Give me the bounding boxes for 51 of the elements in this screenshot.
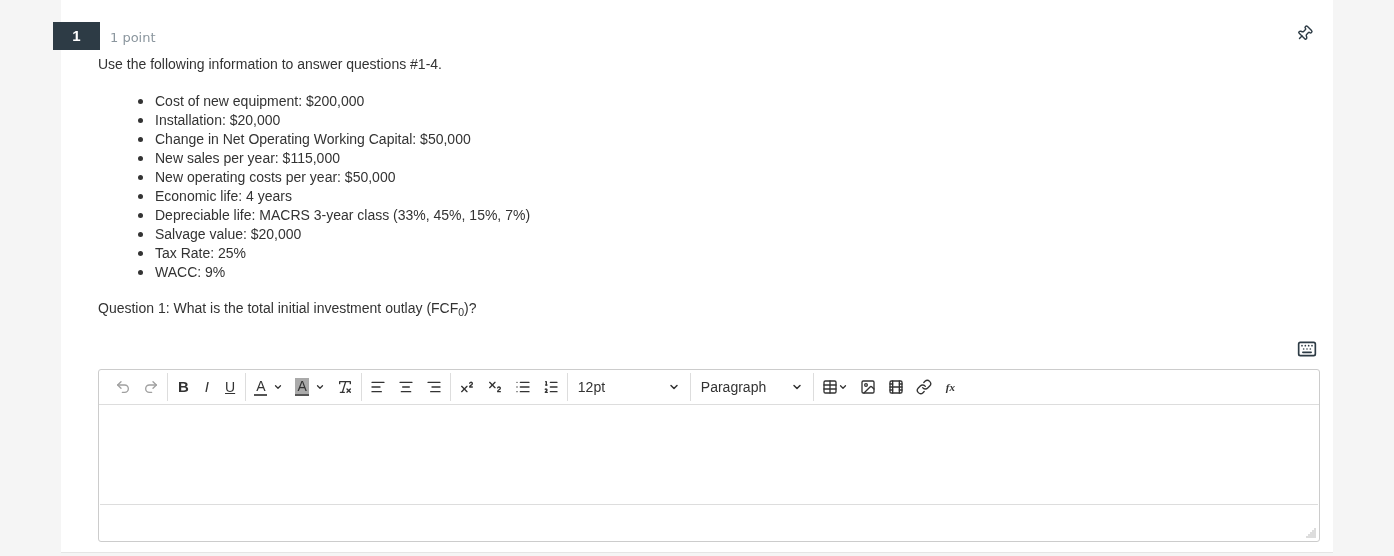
bullet-icon [138,270,143,275]
fact-text: Salvage value: $20,000 [155,225,302,244]
question-number: 1 [53,22,100,50]
bold-button[interactable]: B [170,373,197,401]
image-icon [859,379,876,395]
keyboard-icon[interactable] [1297,339,1317,359]
undo-icon [115,379,131,395]
numbered-list-icon [542,379,559,395]
bullet-icon [138,194,143,199]
bullet-icon [138,232,143,237]
link-icon [915,379,932,395]
bullet-list-icon [514,379,531,395]
highlight-color-button[interactable]: A [289,373,331,401]
caret-icon [837,382,848,392]
intro-text: Use the following information to answer questions #1-4. [98,55,443,74]
italic-button[interactable]: I [196,373,217,401]
bullet-icon [138,99,143,104]
subscript-icon [486,379,503,395]
align-left-icon [369,379,386,395]
fact-text: Economic life: 4 years [155,187,292,206]
bullet-icon [138,156,143,161]
underline-button[interactable]: U [217,373,244,401]
fact-text: Tax Rate: 25% [155,244,247,263]
fact-text: Change in Net Operating Working Capital: $50,000 [155,130,471,149]
caret-icon [314,382,325,392]
table-icon [821,379,838,395]
dropdown[interactable]: Paragraph [692,373,811,401]
film-icon [887,379,904,395]
caret-icon [273,382,284,392]
question-text: Question 1: What is the total initial investment outlay (FCF$_{0}$)? [98,299,478,319]
fact-text: Depreciable life: MACRS 3-year class (33%, 45%, 15%, 7%) [155,206,531,225]
resize-handle-icon[interactable] [1306,528,1316,538]
fact-text: WACC: 9% [155,263,226,282]
fact-text: New sales per year: $115,000 [155,149,340,168]
text-color-button[interactable]: A [248,373,290,401]
fact-text: Installation: $20,000 [155,111,281,130]
superscript-icon [458,379,475,395]
bullet-icon [138,251,143,256]
bullet-icon [138,137,143,142]
points-label: 1 point [110,29,156,47]
align-center-icon [397,379,414,395]
bullet-icon [138,175,143,180]
align-right-icon [425,379,442,395]
bullet-icon [138,213,143,218]
fact-text: Cost of new equipment: $200,000 [155,92,365,111]
formula-button[interactable]: fx [937,373,963,401]
bullet-icon [138,118,143,123]
dropdown[interactable]: 12pt [569,373,688,401]
clear-format-icon [336,379,353,395]
redo-icon [143,379,159,395]
fact-text: New operating costs per year: $50,000 [155,168,396,187]
